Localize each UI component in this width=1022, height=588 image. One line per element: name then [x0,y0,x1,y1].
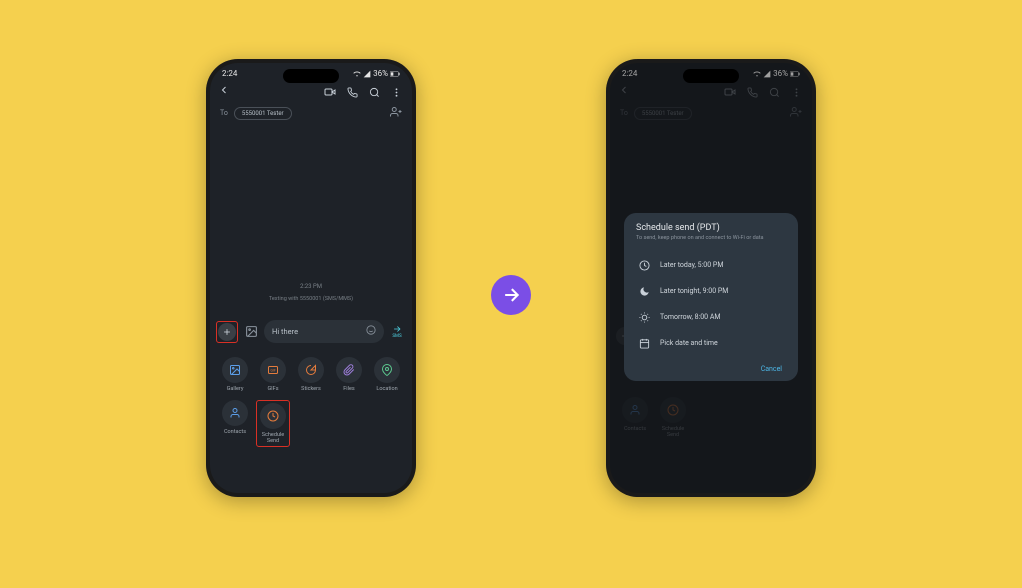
add-recipient-icon[interactable] [390,106,402,120]
contacts-icon [222,400,248,426]
back-icon[interactable] [218,84,230,100]
attach-contacts[interactable]: Contacts [218,400,252,447]
phone-mockup-right: 2:24 36% [606,59,816,497]
compose-row: Hi there SMS [210,314,412,349]
attach-grid-row2: Contacts Schedule Send [210,396,412,451]
option-label: Tomorrow, 8:00 AM [660,313,721,321]
gallery-quick-icon[interactable] [242,323,260,341]
cancel-button[interactable]: Cancel [761,365,782,373]
option-label: Pick date and time [660,339,718,347]
dialog-subtitle: To send, keep phone on and connect to Wi… [636,235,786,242]
sticker-icon [298,357,324,383]
calendar-icon [638,337,650,349]
attach-gallery[interactable]: Gallery [218,357,252,392]
attach-gallery-label: Gallery [227,386,244,392]
svg-text:GIF: GIF [271,369,276,373]
texting-with-label: Texting with 5550001 (SMS/MMS) [210,296,412,302]
attach-files-label: Files [343,386,354,392]
to-label: To [220,109,228,117]
battery-pct: 36% [373,69,388,78]
schedule-icon [260,403,286,429]
app-header [210,80,412,104]
attach-location-label: Location [376,386,397,392]
compose-text: Hi there [272,327,298,336]
attach-schedule-send[interactable]: Schedule Send [259,403,287,444]
phone-call-icon[interactable] [344,84,360,100]
wifi-icon [353,70,361,78]
attach-schedule-label: Schedule Send [259,432,287,444]
emoji-icon[interactable] [366,325,376,338]
status-time: 2:24 [222,69,237,78]
file-icon [336,357,362,383]
schedule-send-dialog: Schedule send (PDT) To send, keep phone … [624,213,798,381]
option-label: Later tonight, 9:00 PM [660,287,728,295]
video-call-icon[interactable] [322,84,338,100]
transition-arrow [491,275,531,315]
plus-button[interactable] [218,323,236,341]
battery-icon [390,71,400,77]
compose-input[interactable]: Hi there [264,320,384,343]
attach-contacts-label: Contacts [224,429,246,435]
moon-icon [638,285,650,297]
arrow-right-icon [501,285,521,305]
option-later-today[interactable]: Later today, 5:00 PM [636,252,786,278]
phone-notch [683,69,739,83]
send-button[interactable]: SMS [388,324,406,339]
attach-stickers-label: Stickers [301,386,321,392]
attach-grid-row1: Gallery GIF GIFs Stickers [210,349,412,396]
schedule-send-highlight: Schedule Send [256,400,290,447]
gif-icon: GIF [260,357,286,383]
location-icon [374,357,400,383]
sun-icon [638,311,650,323]
option-later-tonight[interactable]: Later tonight, 9:00 PM [636,278,786,304]
search-icon[interactable] [366,84,382,100]
option-label: Later today, 5:00 PM [660,261,723,269]
dialog-title: Schedule send (PDT) [636,223,786,233]
recipient-chip[interactable]: 5550001 Tester [234,107,292,120]
phone-mockup-left: 2:24 36% [206,59,416,497]
option-tomorrow[interactable]: Tomorrow, 8:00 AM [636,304,786,330]
attach-gifs-label: GIFs [267,386,278,392]
signal-icon [363,70,371,78]
send-label: SMS [392,334,401,339]
option-pick-date[interactable]: Pick date and time [636,330,786,356]
phone-notch [283,69,339,83]
plus-button-highlight [216,321,238,343]
more-icon[interactable] [388,84,404,100]
attach-gifs[interactable]: GIF GIFs [256,357,290,392]
clock-icon [638,259,650,271]
gallery-icon [222,357,248,383]
conversation-timestamp: 2:23 PM [210,283,412,290]
attach-location[interactable]: Location [370,357,404,392]
attach-files[interactable]: Files [332,357,366,392]
attach-stickers[interactable]: Stickers [294,357,328,392]
